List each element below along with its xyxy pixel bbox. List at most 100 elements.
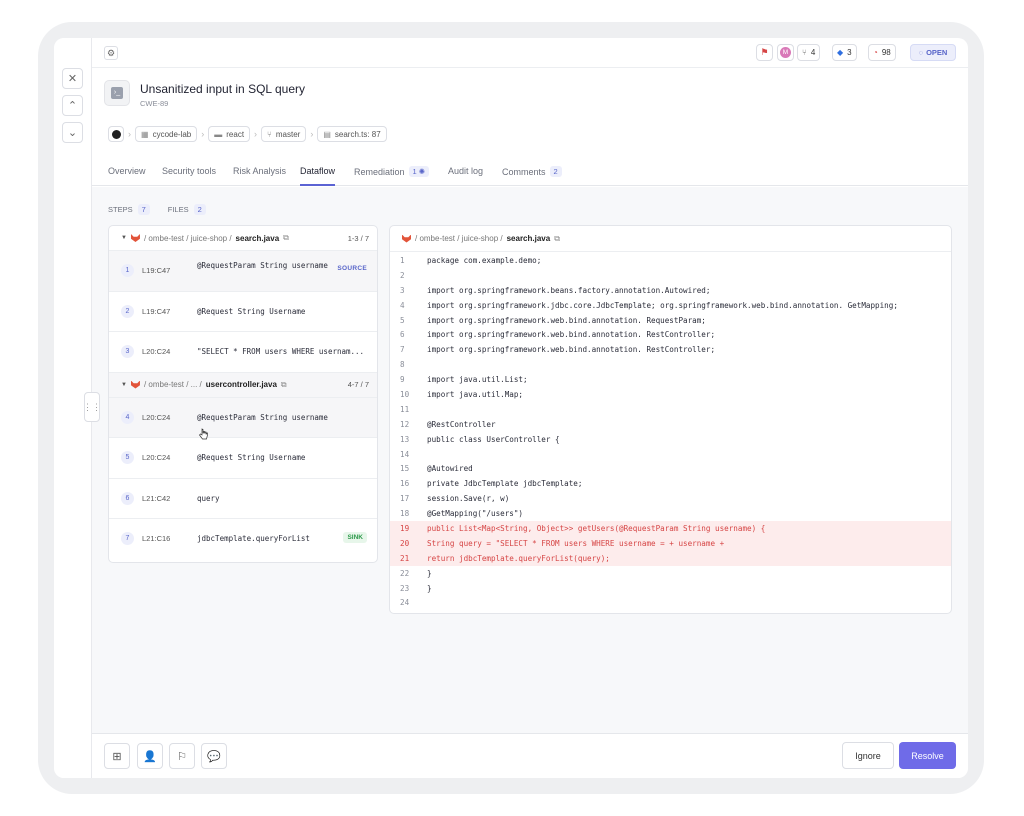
code-file-header: / ombe-test / juice-shop / search.java ⧉ [390,226,951,252]
tab-label: Risk Analysis [233,166,287,176]
tab-count: 2 [549,166,562,177]
tab-risk-analysis[interactable]: Risk Analysis [233,166,286,176]
file-icon: ▤ [323,129,331,139]
line-text: import java.util.Map; [427,390,524,400]
file-name: usercontroller.java [205,380,277,389]
line-number: 9 [400,375,405,385]
pull-requests-chip[interactable]: ⑂ 4 [797,44,821,61]
add-task-button[interactable]: ⊞ [104,743,130,769]
breadcrumb-branch[interactable]: ⑂ master [261,126,307,142]
line-text: package com.example.demo; [427,256,542,265]
dataflow-step[interactable]: 5 L20:C24 @Request String Username [109,438,377,479]
dataflow-step[interactable]: 1 L19:C47 @RequestParam String username … [109,251,377,292]
settings-button[interactable]: ⚙ [104,46,118,60]
code-line: 21 return jdbcTemplate.queryForList(query… [390,550,951,566]
breadcrumb-repo[interactable]: ▬ react [208,126,251,142]
line-text: import org.springframework.web.bind.anno… [427,345,716,355]
files-count: 2 [193,204,206,215]
next-button[interactable]: ⌄ [62,122,83,143]
file-group-header[interactable]: ▼ / ombe-test / juice-shop / search.java… [109,226,377,251]
code-line: 19 public List<Map<String, Object>> getUs… [390,521,951,536]
line-text: public List<Map<String, Object>> getUser… [427,524,766,534]
flag-chip[interactable]: ⚑ [756,44,773,61]
step-location: L20:C24 [142,347,171,356]
gitlab-icon [130,234,140,242]
source-tag: SOURCE [337,265,367,272]
line-number: 7 [400,345,405,355]
line-number: 14 [400,449,410,459]
line-number: 13 [400,434,410,444]
dataflow-step[interactable]: 4 L20:C24 @RequestParam String username [109,397,377,439]
status-label: OPEN [926,48,948,57]
step-number: 5 [121,451,134,464]
dataflow-step[interactable]: 3 L20:C24 "SELECT * FROM users WHERE use… [109,332,377,373]
line-number: 19 [400,524,410,534]
tab-overview[interactable]: Overview [108,166,146,176]
risk-score-chip[interactable]: ◔ 98 [868,44,896,61]
dataflow-step[interactable]: 6 L21:C42 query [109,479,377,519]
flag-button[interactable]: ⚐ [169,743,195,769]
comment-button[interactable]: 💬 [201,743,227,769]
assignee-chip[interactable]: M [777,44,794,61]
chevron-right-icon: › [128,129,131,139]
line-number: 11 [400,404,410,414]
code-line: 14 [390,447,951,462]
code-line: 18 @GetMapping("/users") [390,506,951,521]
branch-icon: ⑂ [267,129,272,139]
step-number: 3 [121,345,134,358]
line-number: 20 [400,538,410,548]
line-number: 5 [400,315,405,325]
code-line: 1 package com.example.demo; [390,253,951,268]
chevron-down-icon: ⌄ [67,127,78,139]
status-circle-icon: ◌ [918,48,924,57]
comment-icon: 💬 [207,750,221,763]
chevron-right-icon: › [310,129,314,139]
drag-grip-icon: ⋮⋮ [83,401,101,412]
line-text: @RestController [427,419,496,429]
tab-security-tools[interactable]: Security tools [162,166,216,176]
assign-user-button[interactable]: 👤 [137,743,163,769]
folder-icon: ▬ [214,129,223,139]
external-link-icon[interactable]: ⧉ [283,233,289,243]
breadcrumb-org[interactable]: ▦ cycode-lab [135,126,198,142]
tickets-chip[interactable]: ◆ 3 [832,44,857,61]
dataflow-step[interactable]: 7 L21:C16 jdbcTemplate.queryForList SINK [109,519,377,560]
line-text: import org.springframework.jdbc.core.Jdb… [427,300,898,310]
breadcrumb-file[interactable]: ▤ search.ts: 87 [317,126,387,142]
line-text: import java.util.List; [427,375,528,385]
line-text: return jdbcTemplate.queryForList(query); [427,553,610,563]
github-button[interactable] [108,126,124,142]
line-text: import org.springframework.web.bind.anno… [427,315,706,325]
close-button[interactable]: ✕ [62,68,83,89]
tab-audit-log[interactable]: Audit log [448,166,483,176]
resolve-button[interactable]: Resolve [899,742,956,769]
resize-handle[interactable]: ⋮⋮ [83,392,101,422]
step-range: 4-7 / 7 [347,380,369,389]
remediation-count: 1 [412,167,417,176]
tab-comments[interactable]: Comments 2 [502,166,562,177]
step-code: @RequestParam String username [197,261,328,270]
breadcrumb-repo-label: react [226,129,245,139]
pull-request-icon: ⑂ [802,48,807,57]
external-link-icon[interactable]: ⧉ [281,380,287,390]
line-text: private JdbcTemplate jdbcTemplate; [427,479,583,489]
line-number: 21 [400,553,410,563]
tab-label: Audit log [448,166,484,176]
jira-icon: ◆ [837,48,844,57]
line-text: @GetMapping("/users") [427,509,524,519]
breadcrumb: › ▦ cycode-lab › ▬ react › ⑂ master › ▤ … [108,126,387,142]
code-viewer: / ombe-test / juice-shop / search.java ⧉… [389,225,952,614]
issue-window: ✕ ⌃ ⌄ ⚙ ⚑ M ⑂ 4 ◆ 3 ◔ 98 ◌ OPEN ›_ Unsan… [54,38,968,778]
tab-dataflow[interactable]: Dataflow [300,166,336,186]
ignore-button[interactable]: Ignore [842,742,894,769]
external-link-icon[interactable]: ⧉ [554,234,560,244]
line-number: 10 [400,390,410,400]
status-badge[interactable]: ◌ OPEN [910,44,956,61]
github-icon [111,129,121,139]
tab-remediation[interactable]: Remediation 1 ✺ [354,166,430,177]
line-number: 1 [400,256,405,265]
previous-button[interactable]: ⌃ [62,95,83,116]
dataflow-step[interactable]: 2 L19:C47 @Request String Username [109,292,377,332]
file-group-header[interactable]: ▼ / ombe-test / ... / usercontroller.jav… [109,372,377,398]
line-text: public class UserController { [427,434,560,444]
